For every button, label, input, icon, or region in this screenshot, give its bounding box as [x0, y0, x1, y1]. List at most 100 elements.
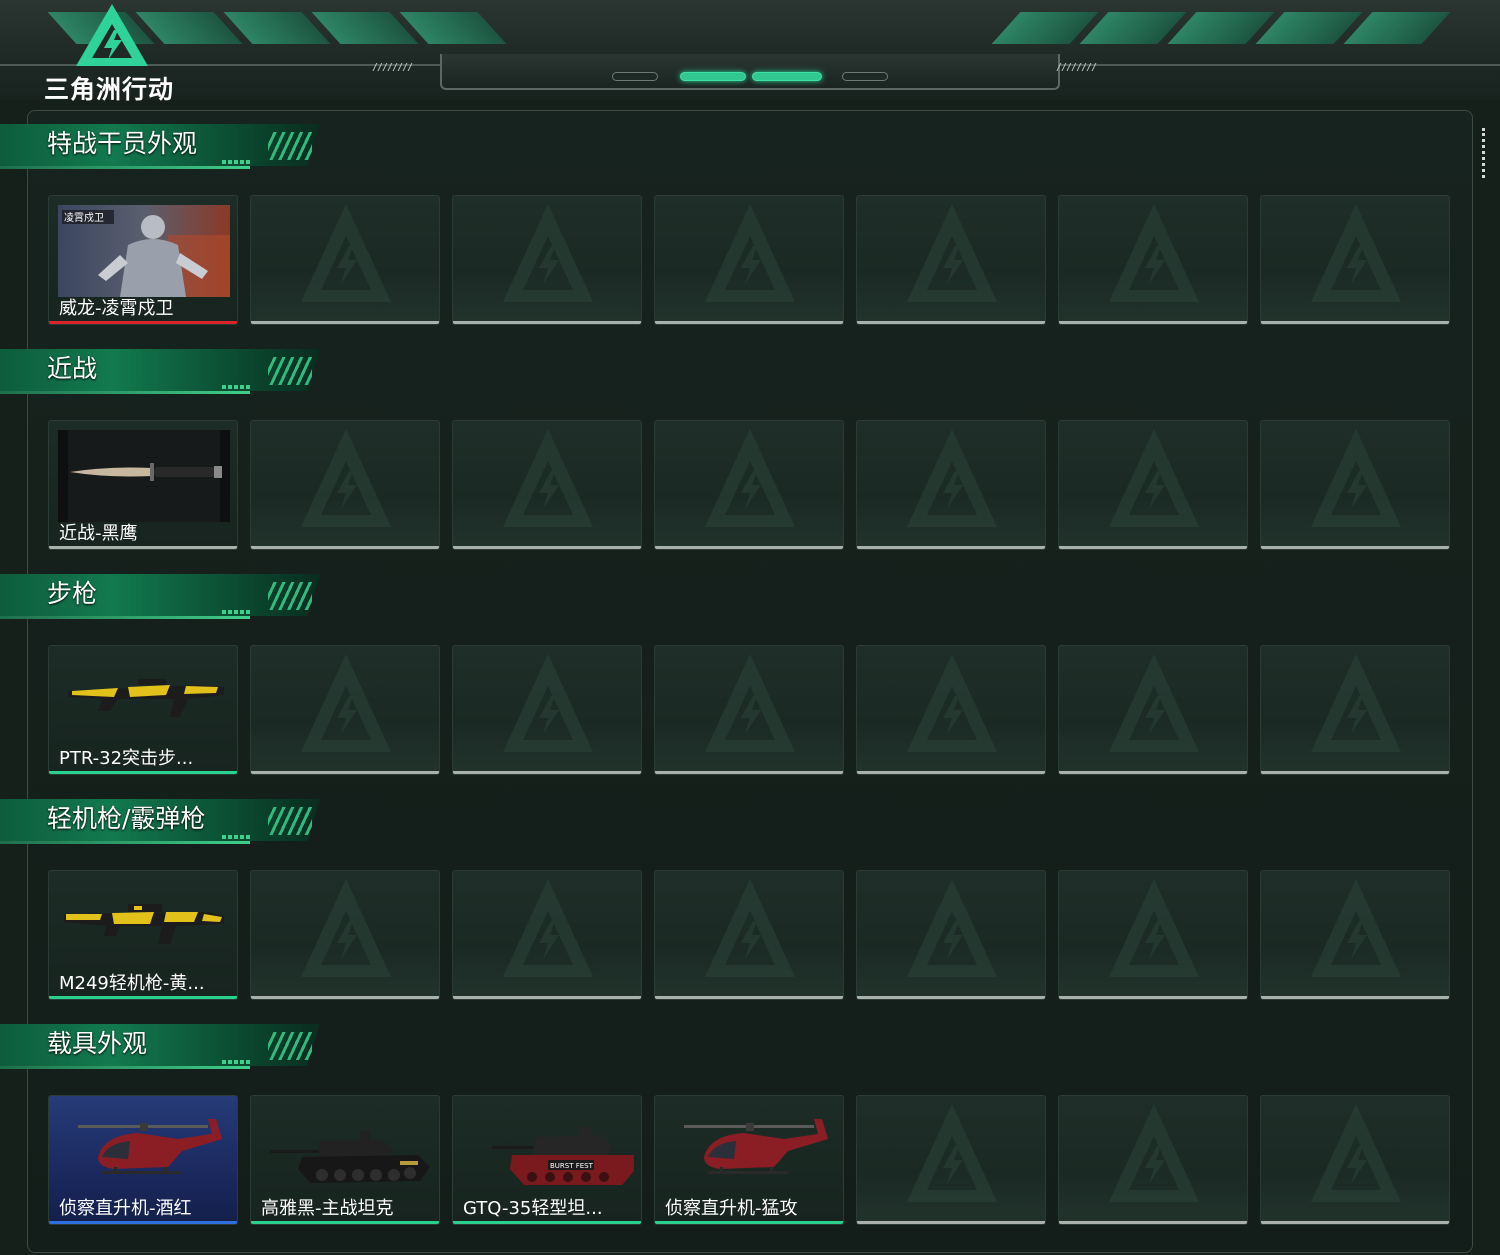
section-header: 特战干员外观 [0, 120, 330, 174]
empty-item-slot[interactable] [856, 1095, 1046, 1225]
rarity-bar [857, 771, 1045, 774]
empty-item-slot[interactable] [250, 645, 440, 775]
section-header-hatch [268, 357, 312, 385]
section-header: 载具外观 [0, 1020, 330, 1074]
item-card[interactable]: BURST FEST GTQ-35轻型坦... [452, 1095, 642, 1225]
delta-logo-icon [76, 4, 148, 66]
empty-item-slot[interactable] [654, 420, 844, 550]
section-header-hatch [268, 132, 312, 160]
item-name: M249轻机枪-黄... [59, 973, 205, 994]
empty-item-slot[interactable] [452, 195, 642, 325]
rarity-bar [1261, 771, 1449, 774]
empty-item-slot[interactable] [856, 420, 1046, 550]
empty-item-slot[interactable] [1260, 195, 1450, 325]
rarity-bar [655, 1221, 843, 1224]
delta-watermark-icon [705, 654, 795, 752]
empty-item-slot[interactable] [452, 645, 642, 775]
item-name: 侦察直升机-酒红 [59, 1198, 192, 1219]
rarity-bar [453, 1221, 641, 1224]
delta-watermark-icon [705, 879, 795, 977]
empty-item-slot[interactable] [452, 420, 642, 550]
empty-item-slot[interactable] [856, 645, 1046, 775]
header-center-plate [440, 54, 1060, 90]
item-name: 威龙-凌霄戍卫 [59, 298, 174, 319]
item-card[interactable]: 侦察直升机-酒红 [48, 1095, 238, 1225]
page-indicator-active[interactable] [752, 72, 822, 81]
rarity-bar [857, 1221, 1045, 1224]
rarity-bar [49, 1221, 237, 1224]
item-card[interactable]: PTR-32突击步... [48, 645, 238, 775]
rarity-bar [49, 546, 237, 549]
item-card[interactable]: 凌霄戍卫 威龙-凌霄戍卫 [48, 195, 238, 325]
delta-watermark-icon [1109, 429, 1199, 527]
empty-item-slot[interactable] [1058, 645, 1248, 775]
light-tank-icon: BURST FEST [462, 1105, 634, 1197]
rarity-bar [1059, 546, 1247, 549]
empty-item-slot[interactable] [1058, 195, 1248, 325]
empty-item-slot[interactable] [1260, 1095, 1450, 1225]
empty-item-slot[interactable] [1260, 645, 1450, 775]
helicopter-icon [58, 1105, 230, 1197]
rarity-bar [1261, 996, 1449, 999]
section-header-underline [0, 391, 250, 394]
rarity-bar [251, 1221, 439, 1224]
rarity-bar [1059, 1221, 1247, 1224]
item-name: 近战-黑鹰 [59, 523, 138, 544]
svg-text:BURST FEST: BURST FEST [550, 1162, 594, 1170]
helicopter-icon [664, 1105, 836, 1197]
tank-icon [260, 1105, 432, 1197]
scrollbar[interactable] [1482, 128, 1486, 178]
rarity-bar [453, 321, 641, 324]
item-card[interactable]: M249轻机枪-黄... [48, 870, 238, 1000]
empty-item-slot[interactable] [452, 870, 642, 1000]
empty-item-slot[interactable] [250, 870, 440, 1000]
delta-watermark-icon [301, 654, 391, 752]
rarity-bar [251, 546, 439, 549]
empty-item-slot[interactable] [1058, 870, 1248, 1000]
item-name: GTQ-35轻型坦... [463, 1198, 603, 1219]
section-header-ticks [222, 610, 250, 614]
page-indicator-active[interactable] [680, 72, 746, 81]
item-card[interactable]: 侦察直升机-猛攻 [654, 1095, 844, 1225]
delta-watermark-icon [705, 204, 795, 302]
page-indicator[interactable] [842, 72, 888, 81]
empty-item-slot[interactable] [1260, 420, 1450, 550]
section-header: 轻机枪/霰弹枪 [0, 795, 330, 849]
header-slash-decor [399, 12, 507, 44]
section-header-underline [0, 841, 250, 844]
rarity-bar [1059, 996, 1247, 999]
section-header-hatch [268, 1032, 312, 1060]
empty-item-slot[interactable] [654, 195, 844, 325]
rarity-bar [655, 996, 843, 999]
empty-item-slot[interactable] [654, 870, 844, 1000]
item-card[interactable]: 高雅黑-主战坦克 [250, 1095, 440, 1225]
empty-item-slot[interactable] [856, 870, 1046, 1000]
delta-watermark-icon [301, 204, 391, 302]
empty-item-slot[interactable] [1058, 1095, 1248, 1225]
empty-item-slot[interactable] [1058, 420, 1248, 550]
section-header-ticks [222, 385, 250, 389]
knife-icon [58, 430, 230, 522]
rifle-icon [58, 655, 230, 747]
empty-item-slot[interactable] [654, 645, 844, 775]
delta-watermark-icon [907, 1104, 997, 1202]
section-title: 特战干员外观 [47, 129, 198, 158]
delta-watermark-icon [1311, 879, 1401, 977]
section-header-underline [0, 166, 250, 169]
empty-item-slot[interactable] [250, 195, 440, 325]
rarity-bar [655, 771, 843, 774]
logo-text: 三角洲行动 [44, 75, 175, 104]
delta-watermark-icon [907, 879, 997, 977]
header-slash-decor [223, 12, 331, 44]
empty-item-slot[interactable] [856, 195, 1046, 325]
header-stripes: //////// [1056, 62, 1097, 73]
rarity-bar [251, 996, 439, 999]
empty-item-slot[interactable] [250, 420, 440, 550]
header-slash-decor [1343, 12, 1451, 44]
delta-watermark-icon [1311, 1104, 1401, 1202]
page-indicator[interactable] [612, 72, 658, 81]
item-card[interactable]: 近战-黑鹰 [48, 420, 238, 550]
rarity-bar [453, 996, 641, 999]
empty-item-slot[interactable] [1260, 870, 1450, 1000]
section-header-ticks [222, 835, 250, 839]
